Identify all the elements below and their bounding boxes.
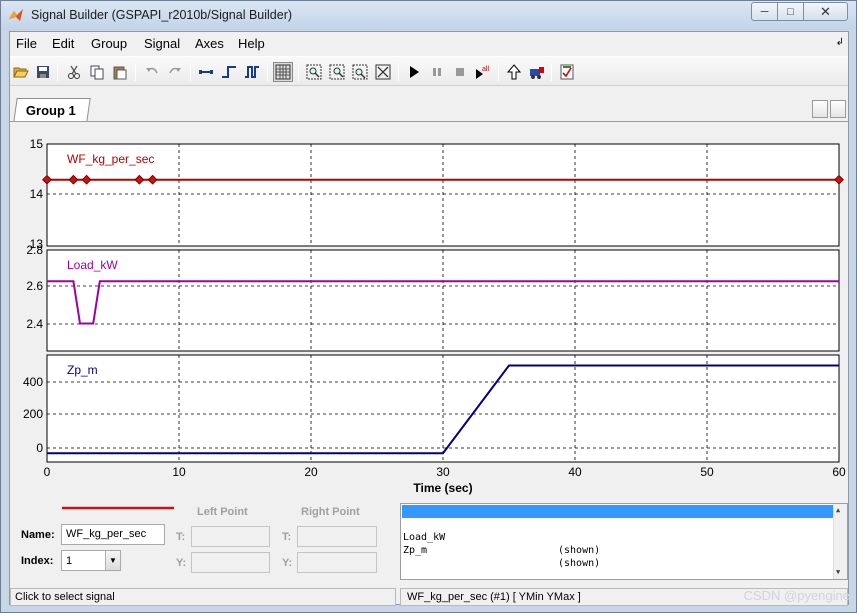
- index-value: 1: [66, 554, 73, 567]
- right-t-label: T:: [282, 531, 292, 543]
- y-tick-label: 2.6: [26, 279, 43, 293]
- signal-list[interactable]: WF_kg_per_sec (shown) Load_kW (shown) Zp…: [400, 503, 848, 580]
- left-t-label: T:: [176, 531, 186, 543]
- toolbar: all: [10, 56, 848, 86]
- left-point-label: Left Point: [197, 506, 248, 518]
- x-tick-label: 30: [436, 465, 450, 479]
- menu-bar: File Edit Group Signal Axes Help ↲: [10, 32, 848, 55]
- right-point-label: Right Point: [301, 506, 360, 518]
- zoom-xy-icon[interactable]: [350, 62, 370, 82]
- menu-group[interactable]: Group: [91, 36, 127, 51]
- paste-icon[interactable]: [110, 62, 130, 82]
- zoom-x-icon[interactable]: [304, 62, 324, 82]
- matlab-logo-icon: [9, 9, 23, 21]
- watermark: CSDN @pyengine: [743, 588, 850, 603]
- save-icon[interactable]: [33, 62, 53, 82]
- start-icon[interactable]: [404, 62, 424, 82]
- fit-icon[interactable]: [373, 62, 393, 82]
- title-bar[interactable]: Signal Builder (GSPAPI_r2010b/Signal Bui…: [1, 1, 856, 30]
- signal-name-field[interactable]: WF_kg_per_sec: [61, 524, 165, 545]
- index-select[interactable]: 1 ▼: [61, 550, 121, 571]
- stop-icon[interactable]: [450, 62, 470, 82]
- x-axis-label: Time (sec): [413, 481, 472, 495]
- signal-state: (shown): [558, 545, 601, 556]
- pause-icon[interactable]: [427, 62, 447, 82]
- index-label: Index:: [21, 555, 54, 567]
- list-item[interactable]: Load_kW (shown): [402, 518, 834, 556]
- chevron-down-icon[interactable]: ▼: [105, 551, 120, 570]
- step-icon[interactable]: [219, 62, 239, 82]
- signal-name-label: Zp_m: [67, 363, 98, 377]
- signal-name-label: WF_kg_per_sec: [67, 152, 154, 166]
- list-scrollbar[interactable]: ▲ ▼: [833, 504, 847, 579]
- scroll-down-icon[interactable]: ▼: [836, 568, 840, 576]
- left-point-t-field[interactable]: [191, 526, 270, 547]
- y-tick-label: 15: [30, 137, 44, 151]
- open-icon[interactable]: [11, 62, 31, 82]
- right-y-label: Y:: [282, 557, 293, 569]
- x-tick-label: 20: [304, 465, 318, 479]
- signal-properties-panel: Left Point Right Point Name: WF_kg_per_s…: [10, 498, 848, 588]
- right-point-t-field[interactable]: [297, 526, 377, 547]
- verify-icon[interactable]: [527, 62, 547, 82]
- y-tick-label: 200: [23, 407, 43, 421]
- menu-dock-icon[interactable]: ↲: [836, 37, 844, 48]
- tab-scroll-right-button[interactable]: [830, 100, 846, 118]
- run-all-label: all: [482, 66, 489, 73]
- send-up-icon[interactable]: [504, 62, 524, 82]
- window-title: Signal Builder (GSPAPI_r2010b/Signal Bui…: [31, 8, 293, 22]
- menu-edit[interactable]: Edit: [52, 36, 74, 51]
- left-point-y-field[interactable]: [191, 552, 270, 573]
- run-all-icon[interactable]: all: [473, 62, 493, 82]
- signal-state: (shown): [558, 558, 601, 569]
- cut-icon[interactable]: [64, 62, 84, 82]
- x-tick-label: 0: [44, 465, 51, 479]
- tab-label: Group 1: [25, 103, 76, 118]
- y-tick-label: 400: [23, 375, 43, 389]
- menu-help[interactable]: Help: [238, 36, 265, 51]
- help-icon[interactable]: [557, 62, 577, 82]
- right-point-y-field[interactable]: [297, 552, 377, 573]
- axes-panel: 15 14 13 WF_kg_per_sec 2.8 2.6 2.4 Load_kW 400 20…: [10, 121, 848, 498]
- minimize-button[interactable]: ─: [751, 2, 778, 21]
- list-item[interactable]: Zp_m (shown): [402, 531, 834, 569]
- name-label: Name:: [21, 529, 55, 541]
- y-tick-label: 14: [30, 187, 44, 201]
- x-tick-label: 10: [172, 465, 186, 479]
- menu-axes[interactable]: Axes: [195, 36, 224, 51]
- maximize-button[interactable]: □: [777, 2, 804, 21]
- left-y-label: Y:: [176, 557, 187, 569]
- x-tick-label: 50: [700, 465, 714, 479]
- status-bar: Click to select signal WF_kg_per_sec (#1…: [10, 588, 848, 606]
- client-area: File Edit Group Signal Axes Help ↲ all G…: [9, 31, 849, 606]
- redo-icon[interactable]: [165, 62, 185, 82]
- grid-icon[interactable]: [273, 62, 293, 82]
- signal-name: Zp_m: [403, 545, 428, 556]
- menu-signal[interactable]: Signal: [144, 36, 180, 51]
- undo-icon[interactable]: [142, 62, 162, 82]
- status-hint: Click to select signal: [10, 588, 396, 606]
- menu-file[interactable]: File: [16, 36, 37, 51]
- tab-group-1[interactable]: Group 1: [13, 98, 91, 122]
- signal-name-label: Load_kW: [67, 258, 118, 272]
- pulse-icon[interactable]: [242, 62, 262, 82]
- list-item[interactable]: WF_kg_per_sec (shown): [402, 505, 834, 543]
- tab-scroll-left-button[interactable]: [812, 100, 828, 118]
- y-tick-label: 0: [36, 441, 43, 455]
- scroll-up-icon[interactable]: ▲: [836, 506, 840, 514]
- y-tick-label: 2.8: [26, 243, 43, 257]
- close-button[interactable]: ✕: [803, 2, 848, 21]
- signal-axes[interactable]: 151413WF_kg_per_sec2.82.62.4Load_kW40020…: [10, 122, 848, 499]
- y-tick-label: 2.4: [26, 317, 43, 331]
- x-tick-label: 60: [832, 465, 846, 479]
- zoom-y-icon[interactable]: [327, 62, 347, 82]
- constant-icon[interactable]: [196, 62, 216, 82]
- signal-builder-window: Signal Builder (GSPAPI_r2010b/Signal Bui…: [0, 0, 857, 613]
- x-tick-label: 40: [568, 465, 582, 479]
- copy-icon[interactable]: [87, 62, 107, 82]
- selected-signal-line-sample: [62, 506, 174, 510]
